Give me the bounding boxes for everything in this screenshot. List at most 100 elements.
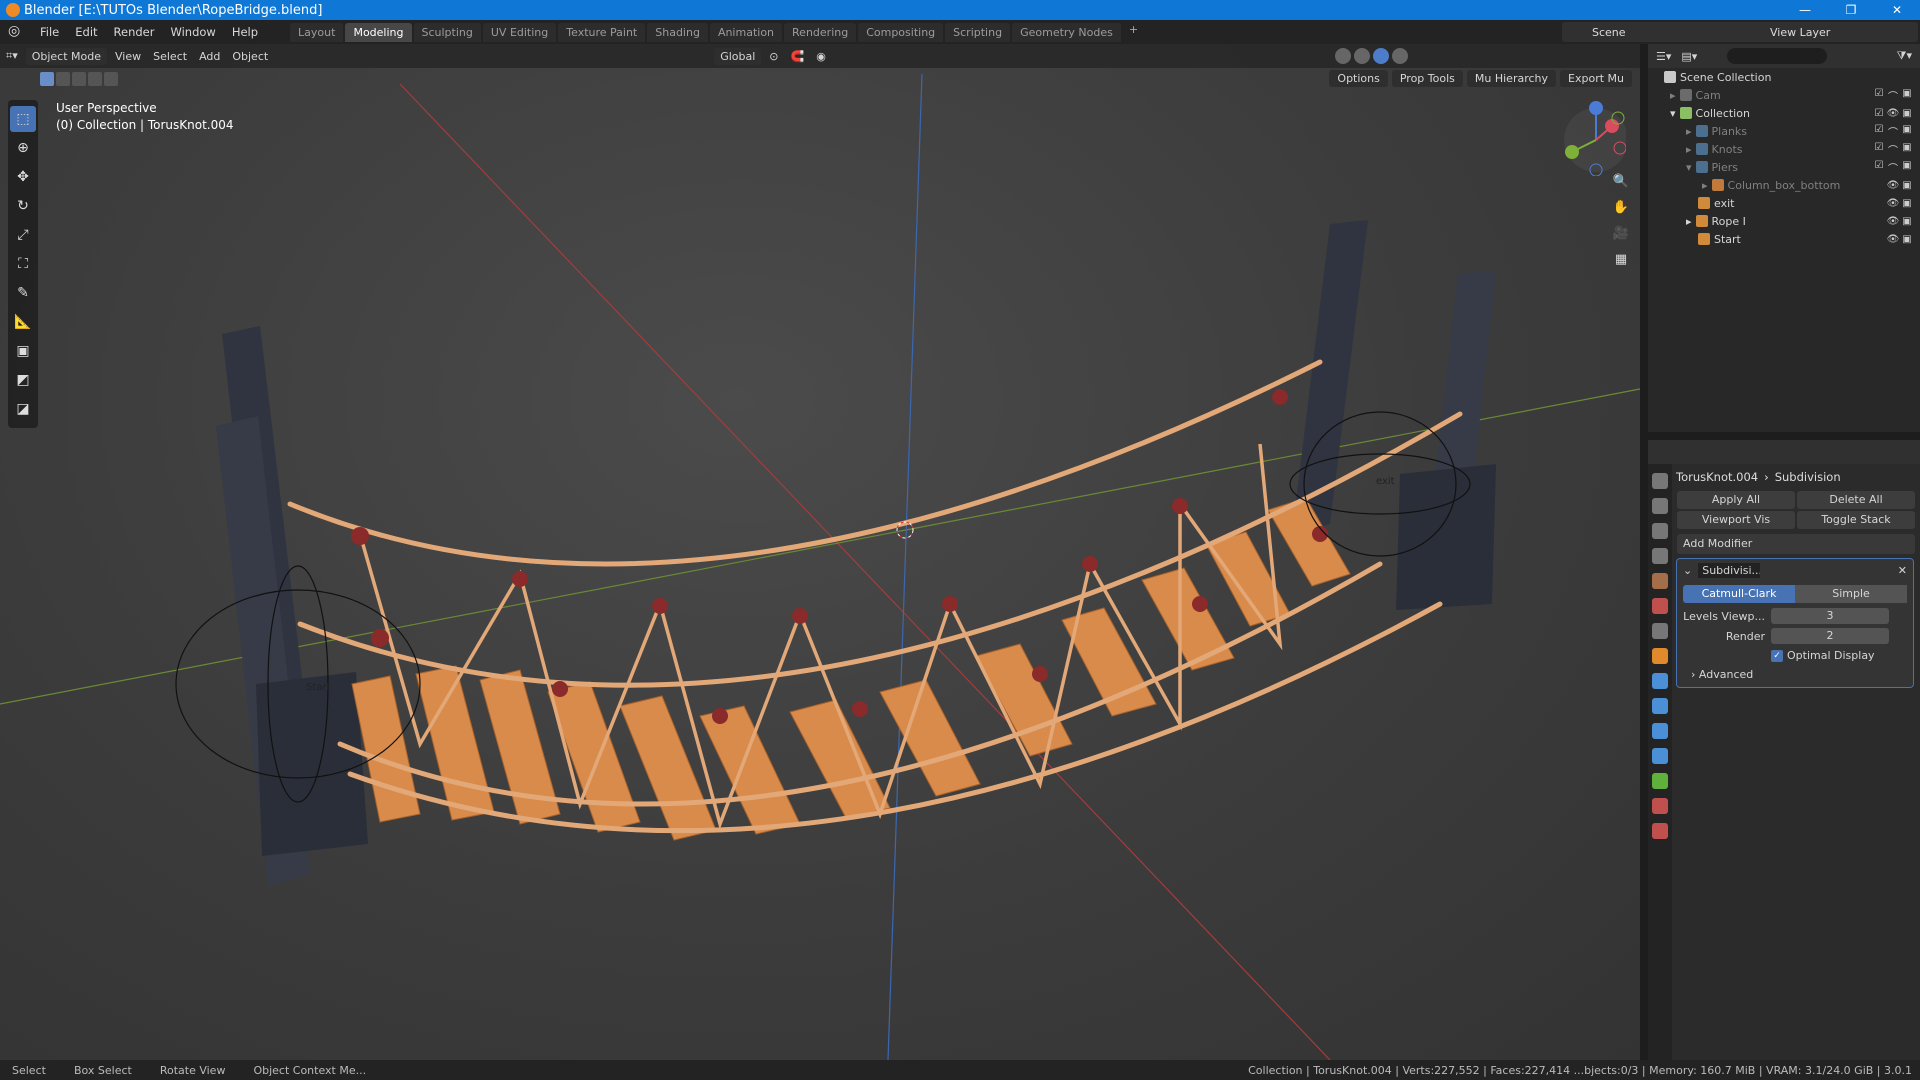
camera-icon[interactable]: ▣: [1900, 234, 1914, 245]
snap-icon[interactable]: 🧲: [785, 48, 811, 65]
menu-file[interactable]: File: [32, 25, 67, 39]
outliner-item-knots[interactable]: ▸ Knots ☑ ⌒ ▣: [1648, 140, 1920, 158]
outliner-editor-icon[interactable]: ☰▾: [1656, 50, 1671, 63]
expand-icon[interactable]: ▾: [1670, 107, 1676, 120]
eye-icon[interactable]: 👁: [1886, 180, 1900, 191]
filter-icon[interactable]: ⧩▾: [1897, 49, 1912, 63]
remove-modifier-icon[interactable]: ✕: [1898, 564, 1907, 577]
expand-icon[interactable]: ▸: [1686, 125, 1692, 138]
checkbox-icon[interactable]: ☑: [1872, 160, 1886, 175]
eye-icon[interactable]: 👁: [1886, 198, 1900, 209]
eye-icon[interactable]: ⌒: [1886, 124, 1900, 139]
constraints-tab-icon[interactable]: [1652, 748, 1668, 764]
zoom-view-icon[interactable]: 🔍: [1610, 170, 1632, 192]
tool-tab-icon[interactable]: [1652, 473, 1668, 489]
collapse-icon[interactable]: ⌄: [1683, 564, 1692, 577]
tab-texture-paint[interactable]: Texture Paint: [558, 22, 646, 42]
tab-compositing[interactable]: Compositing: [858, 22, 944, 42]
outliner-item-planks[interactable]: ▸ Planks ☑ ⌒ ▣: [1648, 122, 1920, 140]
extra-tool-2-icon[interactable]: ◪: [10, 396, 36, 422]
mode-dropdown[interactable]: Object Mode: [25, 47, 108, 65]
viewport-vis-button[interactable]: Viewport Vis: [1677, 511, 1795, 529]
menu-help[interactable]: Help: [224, 25, 266, 39]
material-shading-icon[interactable]: [1373, 48, 1389, 64]
collection-tab-icon[interactable]: [1652, 623, 1668, 639]
menu-edit[interactable]: Edit: [67, 25, 105, 39]
camera-icon[interactable]: ▣: [1900, 180, 1914, 191]
add-modifier-dropdown[interactable]: Add Modifier: [1677, 534, 1915, 554]
orientation-dropdown[interactable]: Global: [714, 47, 762, 65]
editor-type-icon[interactable]: ⌗▾: [0, 47, 24, 65]
ortho-toggle-icon[interactable]: ▦: [1610, 248, 1632, 270]
select-invert-icon[interactable]: [88, 72, 102, 86]
close-window-icon[interactable]: ✕: [1874, 3, 1920, 17]
rendered-shading-icon[interactable]: [1392, 48, 1408, 64]
expand-icon[interactable]: ▸: [1670, 89, 1676, 102]
eye-icon[interactable]: 👁: [1886, 108, 1900, 119]
render-levels-input[interactable]: 2: [1771, 628, 1889, 644]
tab-scripting[interactable]: Scripting: [945, 22, 1011, 42]
expand-icon[interactable]: ▸: [1702, 179, 1708, 192]
3d-viewport[interactable]: Start exit ⌗▾ Object Mode View Select Ad…: [0, 44, 1640, 1060]
view-menu[interactable]: View: [109, 48, 147, 65]
display-mode-icon[interactable]: ▤▾: [1681, 50, 1697, 63]
camera-view-icon[interactable]: 🎥: [1610, 222, 1632, 244]
camera-icon[interactable]: ▣: [1900, 216, 1914, 227]
select-new-icon[interactable]: [40, 72, 54, 86]
outliner-item-exit[interactable]: exit 👁 ▣: [1648, 194, 1920, 212]
tab-sculpting[interactable]: Sculpting: [413, 22, 481, 42]
outliner-item-rope[interactable]: ▸ Rope I 👁 ▣: [1648, 212, 1920, 230]
pivot-icon[interactable]: ⊙: [763, 48, 784, 65]
outliner-item-start[interactable]: Start 👁 ▣: [1648, 230, 1920, 248]
restore-icon[interactable]: ❐: [1828, 3, 1874, 17]
levels-viewport-input[interactable]: 3: [1771, 608, 1889, 624]
outliner-search-input[interactable]: [1727, 48, 1828, 64]
modifier-tab-icon[interactable]: [1652, 673, 1668, 689]
outliner-item-column-box-bottom[interactable]: ▸ Column_box_bottom 👁 ▣: [1648, 176, 1920, 194]
tab-modeling[interactable]: Modeling: [345, 22, 412, 42]
minimize-icon[interactable]: —: [1782, 3, 1828, 17]
pan-view-icon[interactable]: ✋: [1610, 196, 1632, 218]
scene-collection-row[interactable]: Scene Collection: [1648, 68, 1920, 86]
delete-all-button[interactable]: Delete All: [1797, 491, 1915, 509]
mu-hierarchy-dropdown[interactable]: Mu Hierarchy: [1466, 70, 1557, 87]
select-subtract-icon[interactable]: [72, 72, 86, 86]
navigation-gizmo[interactable]: [1556, 96, 1628, 177]
select-extend-icon[interactable]: [56, 72, 70, 86]
extra-tool-1-icon[interactable]: ◩: [10, 367, 36, 393]
expand-icon[interactable]: ▾: [1686, 161, 1692, 174]
blender-menu-icon[interactable]: ◎: [8, 23, 26, 41]
eye-icon[interactable]: ⌒: [1886, 88, 1900, 103]
measure-tool-icon[interactable]: 📐: [10, 309, 36, 335]
transform-tool-icon[interactable]: ⛶: [10, 251, 36, 277]
apply-all-button[interactable]: Apply All: [1677, 491, 1795, 509]
render-tab-icon[interactable]: [1652, 498, 1668, 514]
scene-selector[interactable]: Scene: [1562, 22, 1748, 42]
tab-animation[interactable]: Animation: [709, 22, 783, 42]
move-tool-icon[interactable]: ✥: [10, 164, 36, 190]
camera-icon[interactable]: ▣: [1900, 88, 1914, 103]
checkbox-icon[interactable]: ☑: [1872, 88, 1886, 103]
add-workspace-icon[interactable]: +: [1123, 23, 1144, 42]
menu-render[interactable]: Render: [106, 25, 163, 39]
output-tab-icon[interactable]: [1652, 523, 1668, 539]
checkbox-icon[interactable]: ☑: [1872, 124, 1886, 139]
tab-shading[interactable]: Shading: [647, 22, 708, 42]
physics-tab-icon[interactable]: [1652, 723, 1668, 739]
view-layer-selector[interactable]: View Layer: [1740, 22, 1918, 42]
tab-geometry-nodes[interactable]: Geometry Nodes: [1012, 22, 1121, 42]
data-tab-icon[interactable]: [1652, 773, 1668, 789]
texture-tab-icon[interactable]: [1652, 823, 1668, 839]
export-mu-dropdown[interactable]: Export Mu: [1560, 70, 1632, 87]
camera-icon[interactable]: ▣: [1900, 108, 1914, 119]
object-menu[interactable]: Object: [226, 48, 274, 65]
select-intersect-icon[interactable]: [104, 72, 118, 86]
select-box-tool-icon[interactable]: ⬚: [10, 106, 36, 132]
optimal-display-checkbox[interactable]: ✓ Optimal Display: [1771, 649, 1913, 662]
world-tab-icon[interactable]: [1652, 598, 1668, 614]
eye-icon[interactable]: ⌒: [1886, 160, 1900, 175]
proportional-edit-icon[interactable]: ◉: [810, 48, 832, 65]
scene-tab-icon[interactable]: [1652, 573, 1668, 589]
eye-icon[interactable]: 👁: [1886, 234, 1900, 245]
outliner-item-cam[interactable]: ▸ Cam ☑ ⌒ ▣: [1648, 86, 1920, 104]
